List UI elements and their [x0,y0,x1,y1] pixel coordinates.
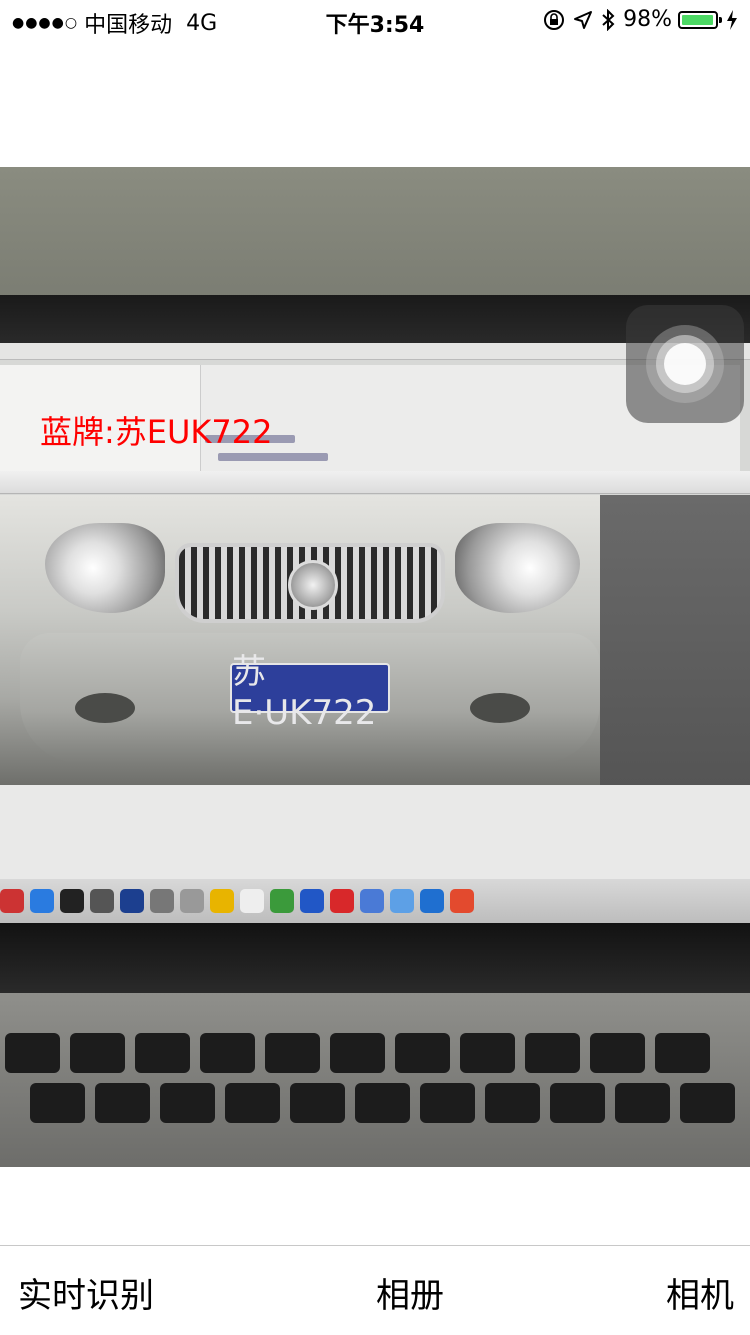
charging-icon [726,9,738,31]
dock-app-icon [300,889,324,913]
battery-percent: 98% [623,7,672,32]
keyboard-key [615,1083,670,1123]
keyboard-key [420,1083,475,1123]
dock-app-icon [120,889,144,913]
camera-background-wall [0,167,750,307]
laptop-bezel-bottom [0,923,750,993]
screen-photo-toolbar [0,471,750,494]
keyboard-key [95,1083,150,1123]
tab-bar: 实时识别 相册 相机 [0,1245,750,1335]
dock-app-icon [90,889,114,913]
tab-album[interactable]: 相册 [376,1268,444,1317]
bluetooth-icon [601,8,615,31]
status-bar: ●●●●○ 中国移动 4G 下午3:54 98% [0,0,750,40]
dock-app-icon [270,889,294,913]
location-icon [573,10,593,30]
dock-app-icon [390,889,414,913]
keyboard-key [355,1083,410,1123]
status-bar-right: 98% [535,7,738,32]
screen-dock [0,879,750,923]
dock-app-icon [210,889,234,913]
dock-app-icon [420,889,444,913]
battery-level-fill [682,14,714,25]
keyboard-key [590,1033,645,1073]
keyboard-key [460,1033,515,1073]
keyboard-key [200,1033,255,1073]
car-foglight-left [75,693,135,723]
car-foglight-right [470,693,530,723]
keyboard-key [70,1033,125,1073]
laptop-keyboard [0,993,750,1167]
plate-recognition-result: 蓝牌:苏EUK722 [40,413,273,451]
license-plate: 苏E·UK722 [230,652,390,733]
keyboard-key [680,1083,735,1123]
keyboard-key [30,1083,85,1123]
keyboard-key [265,1033,320,1073]
keyboard-key [550,1083,605,1123]
keyboard-key [160,1083,215,1123]
keyboard-key [290,1083,345,1123]
dock-app-icon [180,889,204,913]
car-emblem [288,560,338,610]
keyboard-key [395,1033,450,1073]
assistive-touch-center [664,343,706,385]
code-line [218,453,328,461]
keyboard-key [525,1033,580,1073]
keyboard-key [135,1033,190,1073]
keyboard-key [655,1033,710,1073]
dock-app-icon [0,889,24,913]
tab-realtime-recognition[interactable]: 实时识别 [18,1268,154,1317]
dock-app-icon [240,889,264,913]
rotation-lock-icon [543,9,565,31]
dock-app-icon [450,889,474,913]
keyboard-key [330,1033,385,1073]
dock-app-icon [330,889,354,913]
dock-app-icon [30,889,54,913]
battery-icon [678,10,722,29]
keyboard-key [485,1083,540,1123]
dock-app-icon [360,889,384,913]
keyboard-key [225,1083,280,1123]
keyboard-key [5,1033,60,1073]
tab-camera[interactable]: 相机 [666,1268,734,1317]
car-photo-road [600,495,750,785]
assistive-touch-button[interactable] [626,305,744,423]
battery-tip [719,16,722,23]
dock-app-icon [150,889,174,913]
dock-app-icon [60,889,84,913]
